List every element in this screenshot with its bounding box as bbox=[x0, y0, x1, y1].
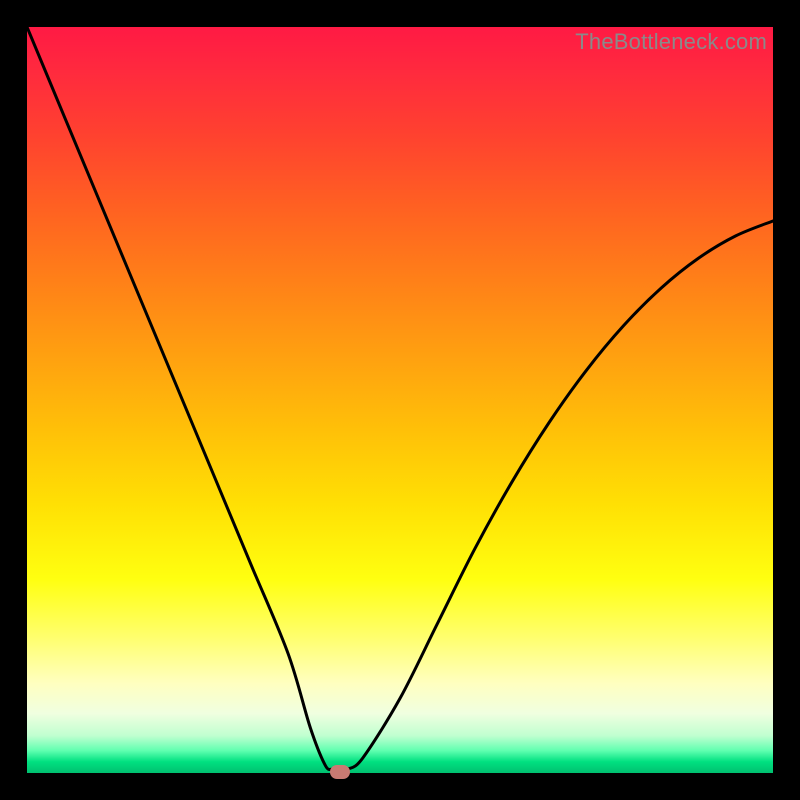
curve-layer bbox=[27, 27, 773, 773]
bottleneck-curve bbox=[27, 27, 773, 773]
chart-frame: { "watermark": "TheBottleneck.com", "col… bbox=[0, 0, 800, 800]
plot-area: TheBottleneck.com bbox=[27, 27, 773, 773]
optimal-point-marker bbox=[330, 765, 350, 779]
